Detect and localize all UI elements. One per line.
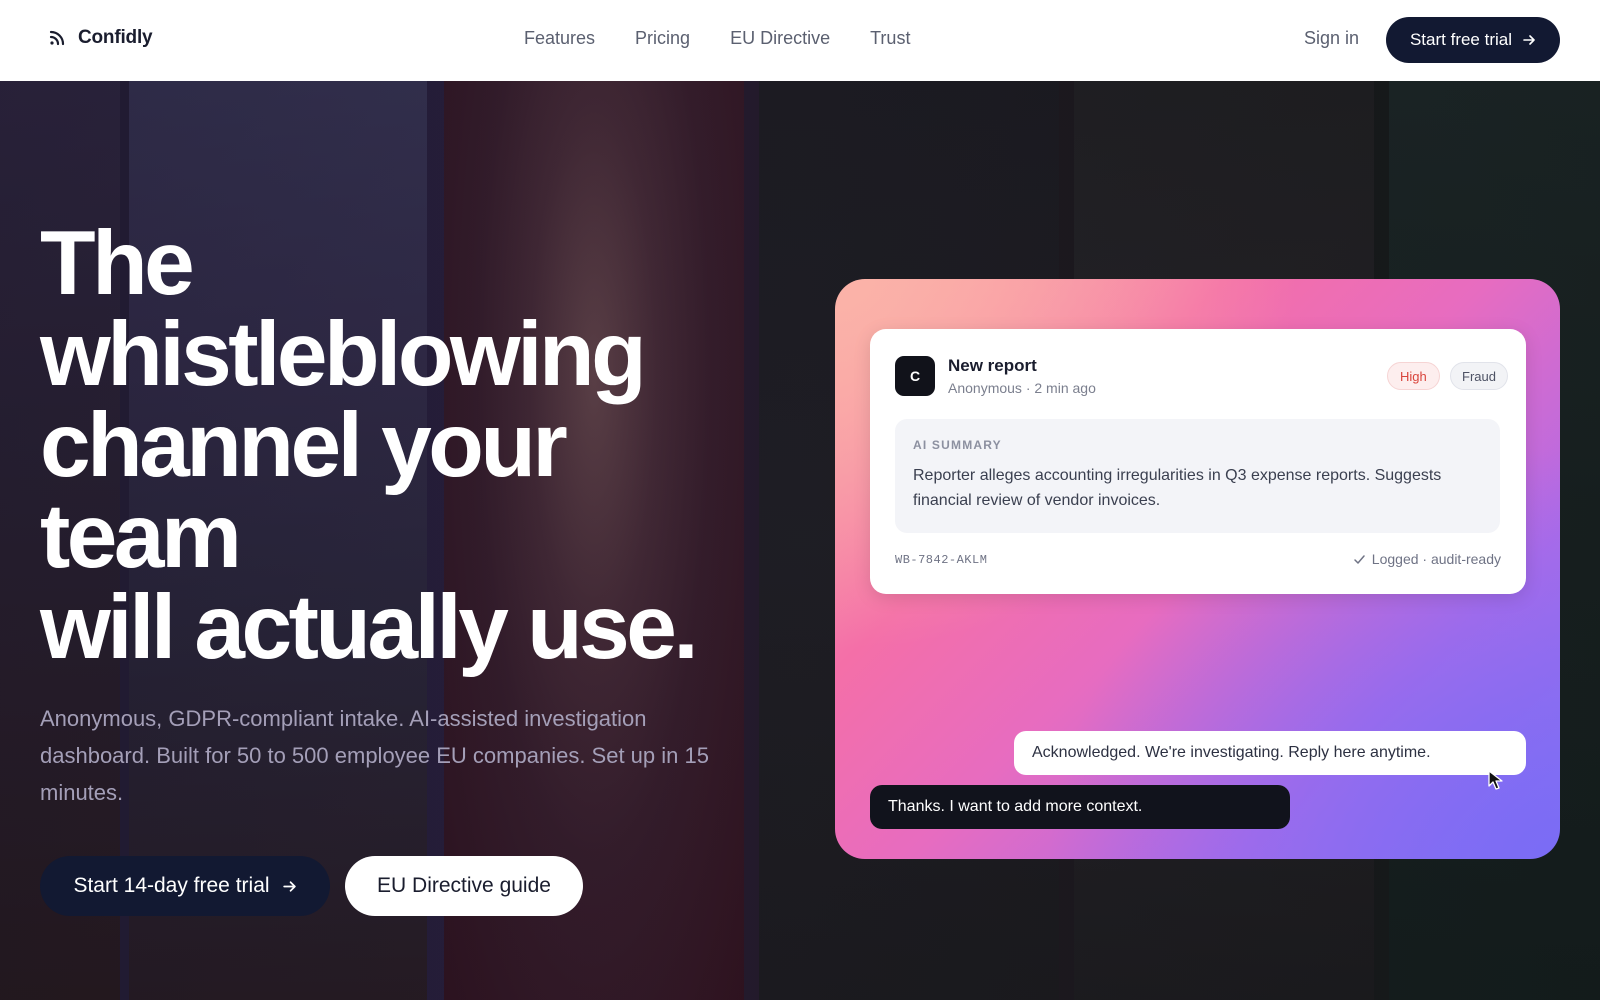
ai-summary-panel: AI SUMMARY Reporter alleges accounting i… [895, 419, 1500, 533]
brand-name: Confidly [78, 27, 153, 48]
hero-headline: The whistleblowing channel your team wil… [40, 218, 800, 673]
headline-line: channel your [40, 395, 568, 496]
start-trial-cta-label: Start 14-day free trial [73, 874, 270, 897]
headline-line: will actually use. [40, 577, 699, 678]
report-title: New report [948, 356, 1037, 375]
severity-badge: High [1387, 362, 1440, 390]
product-preview-card: C New report Anonymous · 2 min ago High … [835, 279, 1560, 859]
brand-logo[interactable]: Confidly [48, 27, 153, 49]
audit-status: Logged · audit-ready [1353, 551, 1501, 567]
chat-bubble-reporter: Thanks. I want to add more context. [870, 785, 1290, 829]
arrow-right-icon [1523, 35, 1535, 45]
report-meta: Anonymous · 2 min ago [948, 380, 1096, 396]
arrow-right-icon [282, 880, 296, 892]
chat-bubble-investigator: Acknowledged. We're investigating. Reply… [1014, 731, 1526, 775]
hero-subtext: Anonymous, GDPR-compliant intake. AI-ass… [40, 706, 709, 805]
report-card[interactable]: C New report Anonymous · 2 min ago High … [870, 329, 1526, 594]
eu-directive-guide-label: EU Directive guide [377, 874, 551, 897]
signal-icon [49, 30, 65, 46]
top-navbar: Confidly Features Pricing EU Directive T… [0, 0, 1600, 81]
audit-status-text: Logged · audit-ready [1371, 551, 1501, 567]
nav-link-pricing[interactable]: Pricing [635, 28, 690, 49]
headline-line: team [40, 486, 242, 587]
report-id: WB-7842-AKLM [895, 553, 988, 567]
primary-nav: Features Pricing EU Directive Trust [524, 28, 950, 49]
sign-in-link[interactable]: Sign in [1304, 28, 1359, 49]
category-badge: Fraud [1450, 362, 1508, 390]
ai-summary-text: Reporter alleges accounting irregulariti… [913, 467, 1442, 509]
cursor-icon [1488, 770, 1503, 790]
eu-directive-guide-button[interactable]: EU Directive guide [345, 856, 583, 916]
avatar: C [895, 356, 935, 396]
check-icon [1354, 554, 1365, 564]
nav-link-eu-directive[interactable]: EU Directive [730, 28, 830, 49]
headline-line: The [40, 213, 195, 314]
headline-line: whistleblowing [40, 304, 647, 405]
ai-summary-label: AI SUMMARY [913, 438, 1002, 452]
start-free-trial-button[interactable]: Start free trial [1386, 17, 1560, 63]
start-trial-cta-button[interactable]: Start 14-day free trial [40, 856, 330, 916]
nav-link-trust[interactable]: Trust [870, 28, 910, 49]
start-free-trial-label: Start free trial [1409, 30, 1513, 49]
nav-link-features[interactable]: Features [524, 28, 595, 49]
